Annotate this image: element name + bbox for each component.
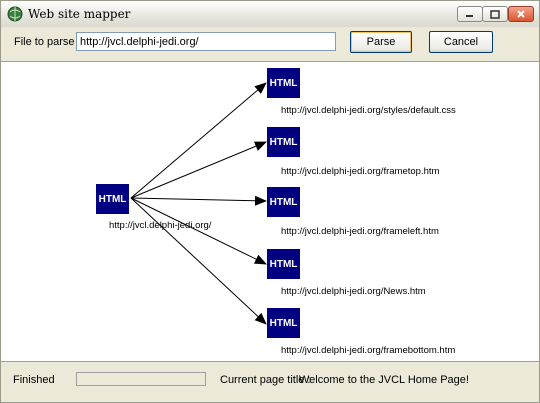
child-url-label: http://jvcl.delphi-jedi.org/styles/defau… [281, 105, 456, 116]
maximize-icon [490, 9, 500, 19]
edge-line [130, 197, 267, 265]
child-url-label: http://jvcl.delphi-jedi.org/frametop.htm [281, 166, 440, 177]
minimize-icon [466, 15, 473, 17]
child-url-label: http://jvcl.delphi-jedi.org/framebottom.… [281, 345, 456, 356]
html-icon-text: HTML [269, 196, 298, 208]
status-bar: Finished Current page title : Welcome to… [1, 362, 539, 400]
child-html-node[interactable]: HTML [267, 249, 300, 279]
close-button[interactable] [508, 6, 534, 22]
edge-line [130, 82, 267, 199]
current-page-title-value: Welcome to the JVCL Home Page! [299, 374, 469, 386]
html-icon-text: HTML [98, 193, 127, 205]
minimize-button[interactable] [457, 6, 483, 22]
edge-line [130, 197, 267, 325]
html-icon-text: HTML [269, 317, 298, 329]
close-icon [517, 10, 525, 18]
maximize-button[interactable] [482, 6, 508, 22]
html-icon-text: HTML [269, 77, 298, 89]
status-text: Finished [13, 374, 55, 386]
child-html-node[interactable]: HTML [267, 187, 300, 217]
parse-button[interactable]: Parse [350, 31, 412, 53]
child-url-label: http://jvcl.delphi-jedi.org/frameleft.ht… [281, 226, 439, 237]
current-page-title-label: Current page title : [220, 374, 311, 386]
html-icon-text: HTML [269, 258, 298, 270]
cancel-button[interactable]: Cancel [429, 31, 493, 53]
html-icon-text: HTML [269, 136, 298, 148]
site-map-canvas[interactable]: HTML http://jvcl.delphi-jedi.org/ HTML h… [1, 61, 539, 362]
window-title: Web site mapper [28, 7, 131, 21]
title-bar[interactable]: Web site mapper [1, 1, 539, 27]
url-input[interactable] [76, 32, 336, 51]
child-html-node[interactable]: HTML [267, 68, 300, 98]
file-to-parse-label: File to parse [14, 36, 75, 48]
child-url-label: http://jvcl.delphi-jedi.org/News.htm [281, 286, 426, 297]
progress-bar [76, 372, 206, 386]
root-url-label: http://jvcl.delphi-jedi.org/ [109, 220, 212, 231]
edge-line [130, 195, 267, 206]
child-html-node[interactable]: HTML [267, 127, 300, 157]
app-window: Web site mapper File to parse Parse Canc… [0, 0, 540, 403]
edge-line [130, 141, 267, 199]
app-globe-icon [7, 6, 23, 22]
root-html-node[interactable]: HTML [96, 184, 129, 214]
child-html-node[interactable]: HTML [267, 308, 300, 338]
